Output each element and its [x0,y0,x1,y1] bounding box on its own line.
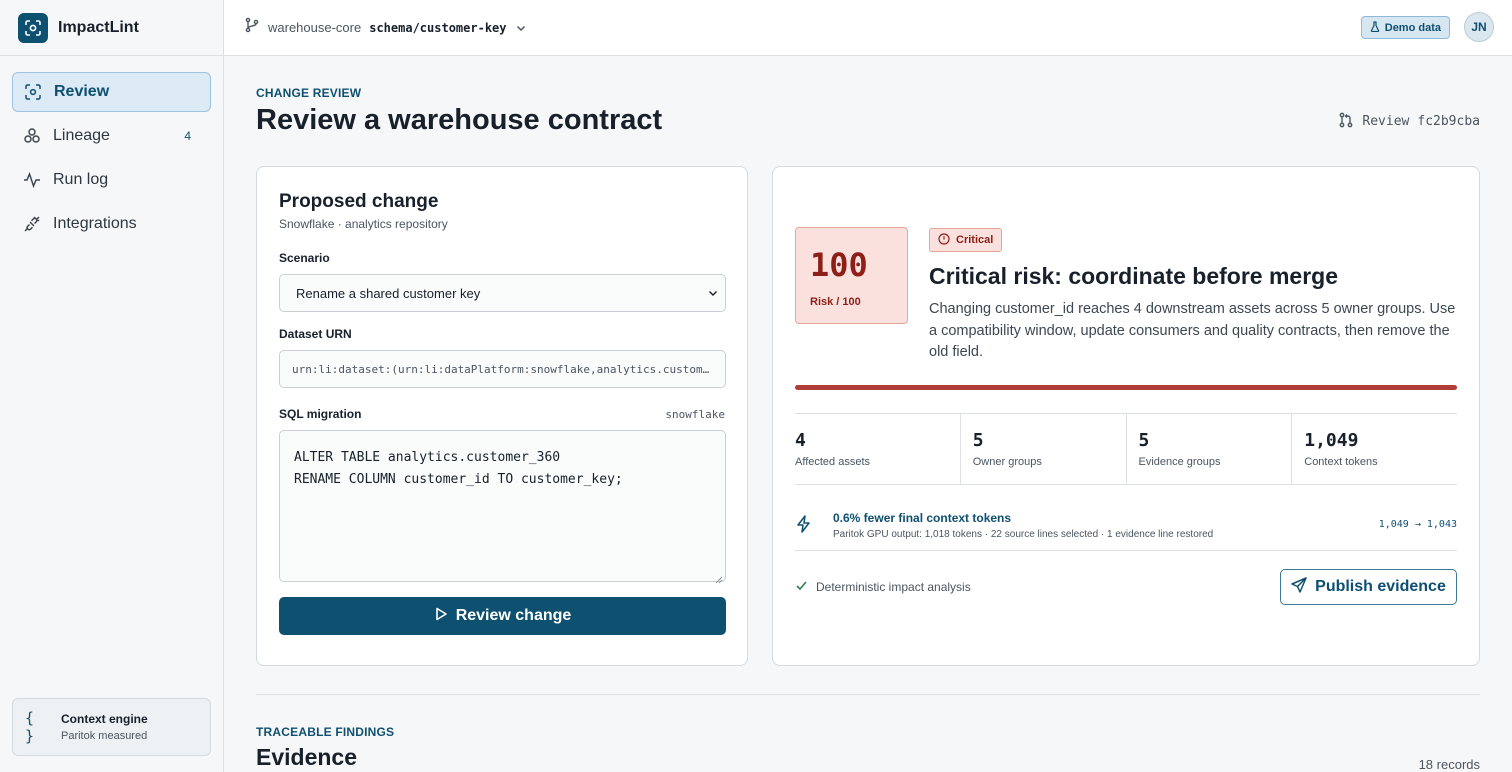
scan-icon [23,82,43,102]
avatar[interactable]: JN [1464,12,1494,42]
branch-name[interactable]: schema/customer-key [369,21,506,35]
risk-progress-bar [795,385,1457,390]
sidebar: ImpactLint Review Lineage 4 Run log Inte… [0,0,224,772]
review-hash: fc2b9cba [1417,114,1480,129]
stat-affected-assets: 4 Affected assets [795,414,961,484]
git-branch-icon [244,17,260,38]
section-divider [256,694,1480,695]
stat-context-tokens: 1,049 Context tokens [1292,414,1457,484]
sql-dialect: snowflake [665,408,725,421]
dataset-urn-input[interactable]: urn:li:dataset:(urn:li:dataPlatform:snow… [279,350,726,388]
review-label: Review [1362,114,1410,129]
risk-score-value: 100 [810,246,868,284]
token-savings-row: 0.6% fewer final context tokens Paritok … [795,497,1457,551]
deterministic-label: Deterministic impact analysis [816,580,971,594]
risk-score-label: Risk / 100 [810,296,861,308]
sql-migration-textarea[interactable]: ALTER TABLE analytics.customer_360 RENAM… [279,430,726,582]
stat-value: 4 [795,430,806,451]
risk-title: Critical risk: coordinate before merge [929,263,1339,289]
publish-evidence-button[interactable]: Publish evidence [1280,569,1457,605]
stat-value: 5 [972,430,984,451]
topbar: warehouse-core schema/customer-key Demo … [224,0,1512,56]
page-title: Review a warehouse contract [256,104,663,136]
sidebar-item-label: Lineage [53,127,110,144]
publish-evidence-label: Publish evidence [1315,578,1446,595]
scenario-value: Rename a shared customer key [296,285,481,301]
plug-icon [22,214,42,234]
chevron-down-icon[interactable] [515,22,527,34]
token-delta: 1,049 → 1,043 [1378,519,1457,530]
lineage-icon [22,126,42,146]
flask-icon [1370,20,1380,35]
demo-data-label: Demo data [1384,21,1441,34]
token-savings-title: 0.6% fewer final context tokens [833,511,1012,525]
sidebar-item-label: Integrations [53,215,137,232]
lineage-count-badge: 4 [184,129,191,143]
brand[interactable]: ImpactLint [0,0,223,56]
evidence-records-count: 18 records [1418,757,1480,772]
alert-circle-icon [938,232,950,248]
stat-label: Owner groups [972,456,1042,468]
dataset-urn-value: urn:li:dataset:(urn:li:dataPlatform:snow… [292,362,713,376]
app-name: ImpactLint [58,18,139,36]
chevron-down-icon [707,287,719,302]
brand-logo-icon [18,12,48,43]
review-change-label: Review change [455,607,572,624]
stat-label: Affected assets [795,456,871,468]
repo-name[interactable]: warehouse-core [268,20,361,35]
deterministic-indicator: Deterministic impact analysis [795,579,971,595]
scenario-label: Scenario [279,251,330,265]
activity-icon [22,170,42,190]
stat-label: Context tokens [1304,456,1378,468]
risk-score-box: 100 Risk / 100 [795,227,908,324]
severity-label: Critical [956,234,994,246]
context-engine-subtitle: Paritok measured [61,730,148,742]
evidence-title: Evidence [256,744,357,770]
sidebar-item-label: Run log [53,171,109,188]
sql-migration-label: SQL migration [279,407,362,421]
demo-data-badge[interactable]: Demo data [1360,16,1450,39]
proposed-change-card: Proposed change Snowflake · analytics re… [256,166,748,666]
lightning-icon [795,515,813,538]
context-engine-title: Context engine [61,712,148,726]
play-icon [434,607,448,626]
stat-value: 1,049 [1304,430,1359,451]
review-id[interactable]: Review fc2b9cba [1338,112,1480,131]
sidebar-item-label: Review [54,83,110,100]
severity-badge: Critical [929,228,1003,252]
proposed-change-title: Proposed change [279,191,439,212]
context-engine-card[interactable]: { } Context engine Paritok measured [12,698,211,756]
sidebar-nav: Review Lineage 4 Run log Integrations [0,56,223,264]
stat-value: 5 [1138,430,1150,451]
stat-label: Evidence groups [1138,456,1221,468]
sidebar-item-integrations[interactable]: Integrations [12,204,211,244]
evidence-eyebrow: TRACEABLE FINDINGS [256,725,395,739]
stat-owner-groups: 5 Owner groups [961,414,1127,484]
proposed-change-subtitle: Snowflake · analytics repository [279,217,448,231]
risk-result-card: 100 Risk / 100 Critical Critical risk: c… [772,166,1480,666]
risk-description: Changing customer_id reaches 4 downstrea… [929,301,1456,360]
braces-icon: { } [25,709,35,745]
check-icon [795,579,808,595]
stats-row: 4 Affected assets 5 Owner groups 5 Evide… [795,413,1457,485]
sidebar-item-run-log[interactable]: Run log [12,160,211,200]
review-change-button[interactable]: Review change [279,597,726,635]
risk-progress-fill [795,385,1457,390]
stat-evidence-groups: 5 Evidence groups [1127,414,1293,484]
pull-request-icon [1338,112,1354,131]
scenario-select[interactable]: Rename a shared customer key [279,274,726,312]
sidebar-item-review[interactable]: Review [12,72,211,112]
page-eyebrow: CHANGE REVIEW [256,86,362,100]
send-icon [1291,576,1307,598]
dataset-urn-label: Dataset URN [279,327,352,341]
token-savings-subtitle: Paritok GPU output: 1,018 tokens · 22 so… [833,529,1214,540]
sidebar-item-lineage[interactable]: Lineage 4 [12,116,211,156]
